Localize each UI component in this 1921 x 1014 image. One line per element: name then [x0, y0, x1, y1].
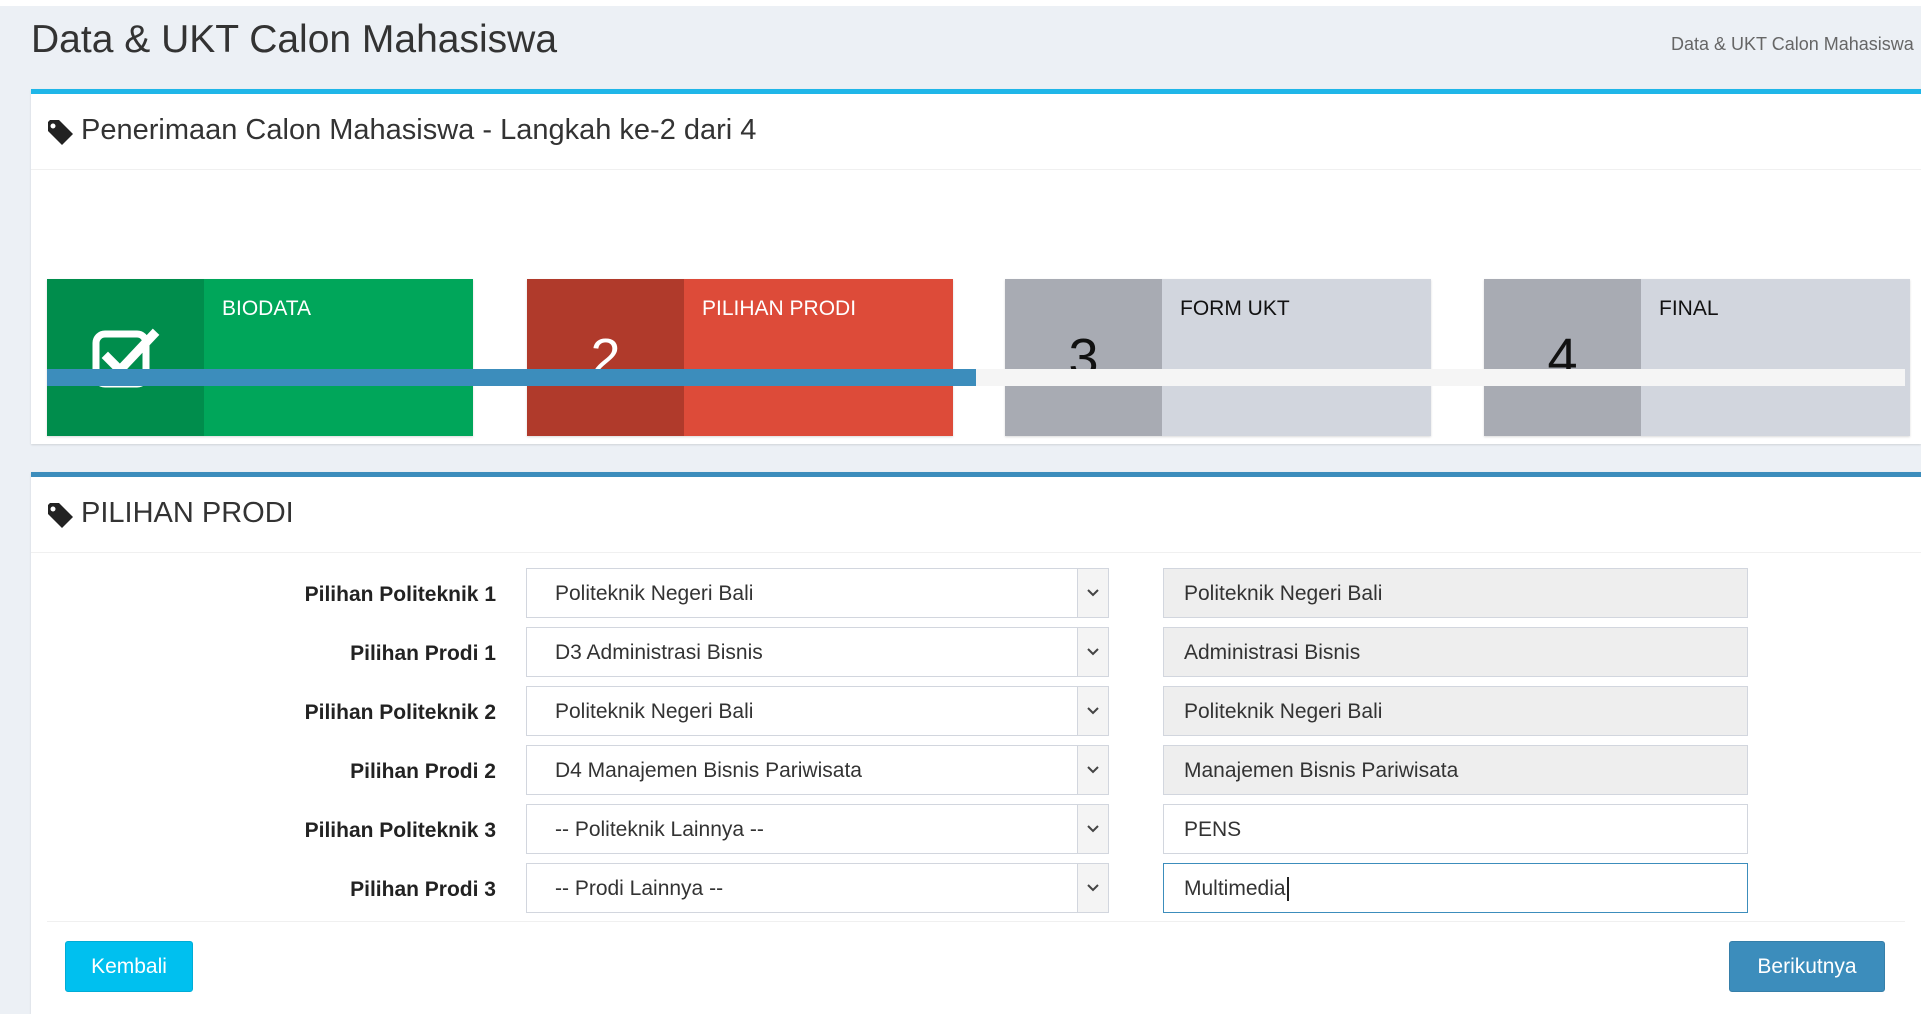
field-value: Politeknik Negeri Bali: [1184, 582, 1383, 605]
text-cursor: [1286, 877, 1289, 902]
select-value: -- Prodi Lainnya --: [555, 877, 724, 900]
select-value: Politeknik Negeri Bali: [555, 582, 754, 605]
field-label: Pilihan Prodi 3: [350, 878, 496, 901]
chevron-down-icon[interactable]: [1077, 687, 1108, 735]
field-label: Pilihan Politeknik 1: [304, 583, 496, 606]
select-value: D3 Administrasi Bisnis: [555, 641, 763, 664]
field-value: Multimedia: [1184, 877, 1289, 902]
politeknik-1-field[interactable]: Politeknik Negeri Bali: [1163, 568, 1748, 618]
field-label: Pilihan Politeknik 3: [304, 819, 496, 842]
chevron-down-icon[interactable]: [1077, 628, 1108, 676]
step-form-ukt[interactable]: 3 FORM UKT: [1005, 279, 1431, 436]
form-row-politeknik-3: Pilihan Politeknik 3 -- Politeknik Lainn…: [31, 804, 1921, 856]
chevron-down-icon[interactable]: [1077, 805, 1108, 853]
form-row-prodi-1: Pilihan Prodi 1 D3 Administrasi Bisnis A…: [31, 627, 1921, 679]
politeknik-3-select[interactable]: -- Politeknik Lainnya --: [526, 804, 1109, 854]
field-label: Pilihan Prodi 2: [350, 760, 496, 783]
form-row-prodi-2: Pilihan Prodi 2 D4 Manajemen Bisnis Pari…: [31, 745, 1921, 797]
wizard-progress-bar: [47, 369, 1905, 386]
tag-icon: [48, 120, 73, 145]
form-row-prodi-3: Pilihan Prodi 3 -- Prodi Lainnya -- Mult…: [31, 863, 1921, 915]
field-value: Politeknik Negeri Bali: [1184, 700, 1383, 723]
politeknik-2-field[interactable]: Politeknik Negeri Bali: [1163, 686, 1748, 736]
step-number-3: 3: [1005, 279, 1162, 436]
prodi-1-select[interactable]: D3 Administrasi Bisnis: [526, 627, 1109, 677]
next-button[interactable]: Berikutnya: [1729, 941, 1885, 992]
step-label: PILIHAN PRODI: [702, 297, 857, 320]
form-header: PILIHAN PRODI: [31, 477, 1921, 553]
page-title: Data & UKT Calon Mahasiswa: [31, 18, 558, 61]
form-title: PILIHAN PRODI: [81, 497, 294, 529]
chevron-down-icon[interactable]: [1077, 864, 1108, 912]
politeknik-2-select[interactable]: Politeknik Negeri Bali: [526, 686, 1109, 736]
breadcrumb[interactable]: Data & UKT Calon Mahasiswa: [1671, 34, 1921, 55]
wizard-box: Penerimaan Calon Mahasiswa - Langkah ke-…: [31, 89, 1921, 444]
select-value: -- Politeknik Lainnya --: [555, 818, 764, 841]
select-value: Politeknik Negeri Bali: [555, 700, 754, 723]
prodi-1-field[interactable]: Administrasi Bisnis: [1163, 627, 1748, 677]
top-strip: [0, 0, 1921, 6]
select-value: D4 Manajemen Bisnis Pariwisata: [555, 759, 862, 782]
progress-fill: [47, 369, 976, 386]
prodi-2-select[interactable]: D4 Manajemen Bisnis Pariwisata: [526, 745, 1109, 795]
field-value: Manajemen Bisnis Pariwisata: [1184, 759, 1459, 782]
field-value: PENS: [1184, 818, 1242, 841]
prodi-3-select[interactable]: -- Prodi Lainnya --: [526, 863, 1109, 913]
wizard-header: Penerimaan Calon Mahasiswa - Langkah ke-…: [31, 94, 1921, 170]
step-number-2: 2: [527, 279, 684, 436]
form-footer-divider: [47, 921, 1905, 922]
field-label: Pilihan Politeknik 2: [304, 701, 496, 724]
step-biodata[interactable]: BIODATA: [47, 279, 473, 436]
prodi-2-field[interactable]: Manajemen Bisnis Pariwisata: [1163, 745, 1748, 795]
back-button[interactable]: Kembali: [65, 941, 193, 992]
field-text: Multimedia: [1184, 877, 1286, 900]
step-final[interactable]: 4 FINAL: [1484, 279, 1910, 436]
form-row-politeknik-1: Pilihan Politeknik 1 Politeknik Negeri B…: [31, 568, 1921, 620]
form-row-politeknik-2: Pilihan Politeknik 2 Politeknik Negeri B…: [31, 686, 1921, 738]
politeknik-3-input[interactable]: PENS: [1163, 804, 1748, 854]
politeknik-1-select[interactable]: Politeknik Negeri Bali: [526, 568, 1109, 618]
step-number-4: 4: [1484, 279, 1641, 436]
step-label: FORM UKT: [1180, 297, 1290, 320]
chevron-down-icon[interactable]: [1077, 569, 1108, 617]
pilihan-prodi-box: PILIHAN PRODI Pilihan Politeknik 1 Polit…: [31, 472, 1921, 1014]
chevron-down-icon[interactable]: [1077, 746, 1108, 794]
wizard-title: Penerimaan Calon Mahasiswa - Langkah ke-…: [81, 114, 757, 146]
prodi-3-input[interactable]: Multimedia: [1163, 863, 1748, 913]
step-label: FINAL: [1659, 297, 1719, 320]
step-number-1: [47, 279, 204, 436]
step-label: BIODATA: [222, 297, 312, 320]
field-value: Administrasi Bisnis: [1184, 641, 1361, 664]
step-pilihan-prodi[interactable]: 2 PILIHAN PRODI: [527, 279, 953, 436]
tag-icon: [48, 503, 73, 528]
field-label: Pilihan Prodi 1: [350, 642, 496, 665]
